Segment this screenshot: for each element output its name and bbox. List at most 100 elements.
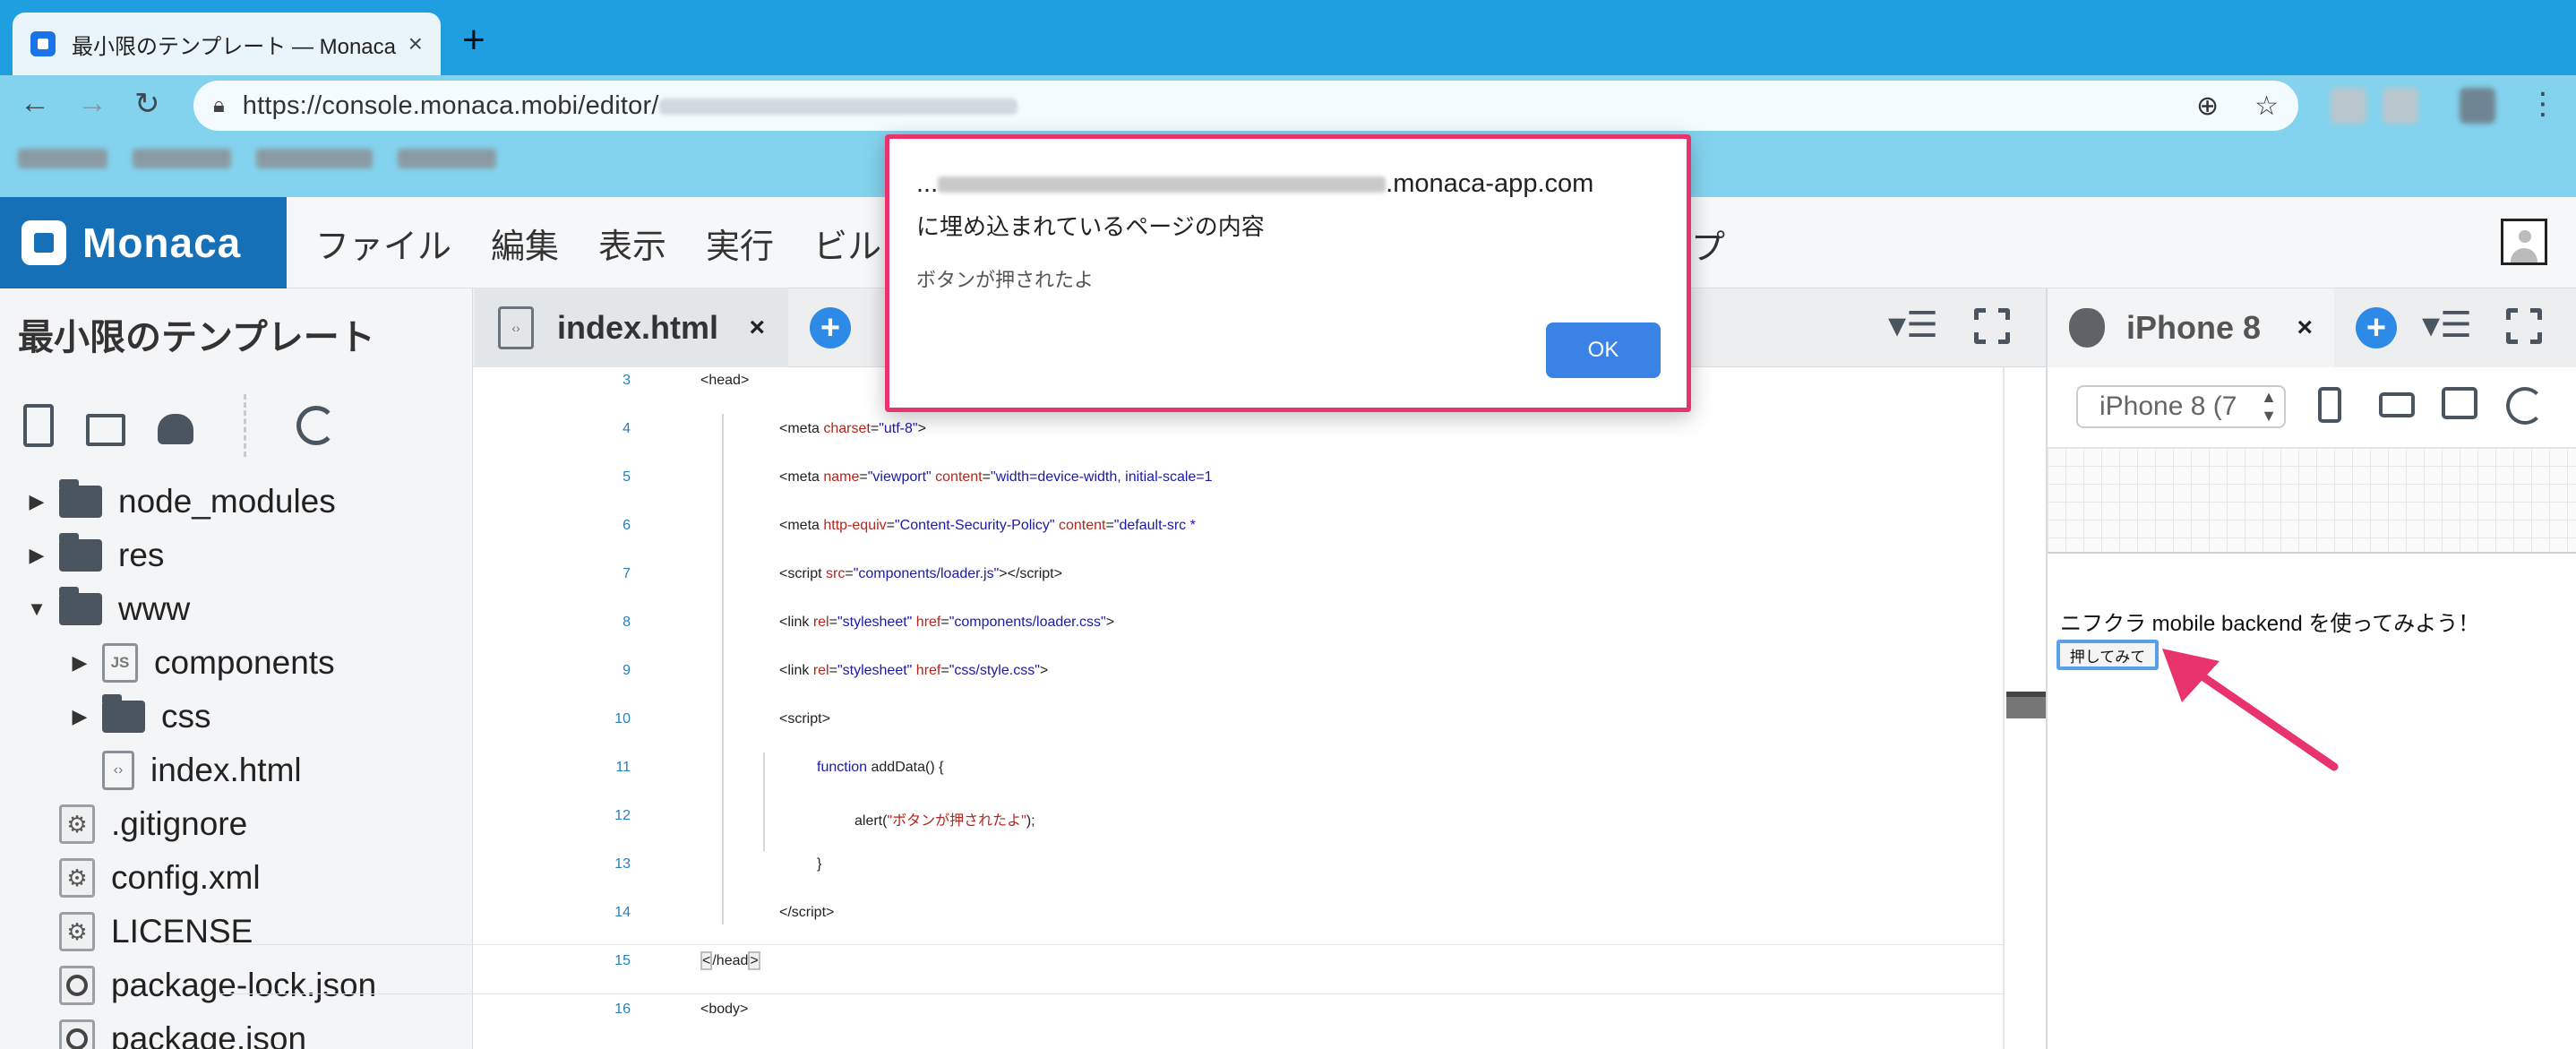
browser-tab[interactable]: 最小限のテンプレート — Monaca × (13, 13, 441, 75)
code-line: <link rel="stylesheet" href="css/style.c… (779, 663, 1049, 678)
code-line: <meta charset="utf-8"> (779, 421, 926, 436)
line-number: 11 (615, 760, 631, 775)
preview-grid-background (2048, 448, 2576, 554)
refresh-icon[interactable] (296, 406, 336, 445)
extension-icon[interactable] (2331, 88, 2366, 124)
menu-dots-icon[interactable]: ⋮ (2528, 86, 2558, 122)
monaca-logo[interactable]: Monaca (0, 197, 287, 288)
apple-icon (2069, 308, 2105, 348)
line-number: 6 (623, 518, 631, 533)
profile-icon[interactable] (2460, 88, 2495, 124)
expand-arrow-icon[interactable]: ▶ (23, 490, 50, 513)
line-number: 15 (614, 953, 631, 968)
menu-view[interactable]: 表示 (598, 219, 666, 268)
collapse-arrow-icon[interactable]: ▼ (23, 598, 50, 621)
upload-icon[interactable] (158, 414, 193, 444)
reload-icon[interactable]: ↻ (134, 86, 160, 122)
tree-item-label: www (118, 590, 191, 627)
tree-item-node-modules[interactable]: ▶ node_modules (0, 475, 473, 529)
menu-build[interactable]: ビル (813, 219, 881, 268)
current-line-highlight (220, 944, 2003, 994)
hamburger-icon[interactable]: ▾☰ (2422, 305, 2472, 346)
editor-tab-index-html[interactable]: ‹› index.html × (475, 288, 788, 367)
device-select-value: iPhone 8 (7 (2099, 391, 2237, 421)
push-me-button[interactable]: 押してみて (2057, 640, 2159, 670)
new-file-icon[interactable] (23, 404, 54, 447)
code-line: alert("ボタンが押されたよ"); (854, 813, 1035, 829)
code-line: <script> (779, 711, 830, 727)
tree-item-label: components (154, 644, 335, 681)
fullscreen-icon[interactable] (1973, 307, 2011, 345)
device-select[interactable]: iPhone 8 (7 ▲ ▼ (2076, 385, 2286, 428)
rotate-icon[interactable] (2506, 387, 2544, 425)
close-tab-icon[interactable]: × (408, 30, 423, 58)
tree-item-package-json[interactable]: package.json (0, 1012, 473, 1049)
forward-icon[interactable]: → (77, 86, 107, 121)
bookmark-item[interactable] (256, 149, 373, 168)
gear-file-icon: ⚙ (59, 912, 95, 951)
code-line: <body> (700, 1002, 749, 1017)
close-tab-icon[interactable]: × (749, 313, 765, 343)
tree-item-label: css (161, 698, 211, 735)
bookmark-item[interactable] (133, 149, 231, 168)
tree-item-gitignore[interactable]: ⚙ .gitignore (0, 797, 473, 851)
tree-item-label: .gitignore (111, 805, 248, 842)
tree-item-label: index.html (150, 752, 302, 788)
code-line: </script> (779, 905, 835, 920)
tree-item-index-html[interactable]: ‹› index.html (0, 744, 473, 797)
code-line: </head > (700, 951, 760, 970)
folder-icon (102, 694, 145, 733)
phone-portrait-icon[interactable] (2318, 387, 2341, 423)
star-icon[interactable]: ☆ (2254, 90, 2279, 122)
html-file-icon: ‹› (102, 751, 134, 790)
expand-arrow-icon[interactable]: ▶ (23, 544, 50, 567)
tree-item-res[interactable]: ▶ res (0, 529, 473, 582)
plus-icon[interactable]: + (2356, 307, 2397, 348)
menu-file[interactable]: ファイル (315, 219, 451, 268)
menu-edit[interactable]: 編集 (491, 219, 559, 268)
expand-arrow-icon[interactable]: ▶ (66, 705, 93, 728)
preview-tab-label: iPhone 8 (2126, 309, 2262, 346)
json-file-icon (59, 966, 95, 1005)
zoom-icon[interactable]: ⊕ (2196, 90, 2219, 122)
code-line: <head> (700, 373, 750, 388)
tree-item-www[interactable]: ▼ www (0, 582, 473, 636)
bookmark-item[interactable] (18, 149, 107, 168)
indent-guide (722, 414, 724, 924)
phone-landscape-icon[interactable] (2379, 392, 2415, 417)
alert-dialog: ... .monaca-app.com に埋め込まれているページの内容 ボタンが押… (885, 134, 1691, 412)
address-bar[interactable]: 🔒︎ https://console.monaca.mobi/editor/ ⊕… (193, 81, 2298, 131)
print-margin (2003, 367, 2005, 1049)
tree-item-components[interactable]: ▶ JS components (0, 636, 473, 690)
plus-icon[interactable]: + (810, 307, 851, 348)
code-line: <link rel="stylesheet" href="components/… (779, 615, 1115, 630)
back-icon[interactable]: ← (20, 86, 50, 121)
line-number: 10 (614, 711, 631, 727)
code-line: function addData() { (817, 760, 944, 775)
line-number: 9 (623, 663, 631, 678)
user-icon[interactable] (2501, 219, 2547, 265)
tree-item-config-xml[interactable]: ⚙ config.xml (0, 851, 473, 905)
expand-arrow-icon[interactable]: ▶ (66, 651, 93, 675)
new-tab-button[interactable]: + (462, 18, 485, 63)
tree-item-label: config.xml (111, 859, 261, 896)
fullscreen-icon[interactable] (2505, 307, 2543, 345)
hamburger-icon[interactable]: ▾☰ (1888, 305, 1938, 346)
line-number: 13 (614, 856, 631, 872)
project-title: 最小限のテンプレート (18, 318, 375, 357)
new-folder-icon[interactable] (86, 414, 125, 446)
tree-item-label: node_modules (118, 483, 336, 520)
folder-icon (59, 479, 102, 518)
ok-button[interactable]: OK (1546, 322, 1661, 378)
address-url[interactable]: https://console.monaca.mobi/editor/ (243, 91, 1018, 121)
gear-file-icon: ⚙ (59, 858, 95, 898)
close-tab-icon[interactable]: × (2297, 313, 2313, 343)
toolbar-divider (244, 394, 246, 457)
extension-icon[interactable] (2383, 88, 2418, 124)
folder-open-icon (59, 587, 102, 625)
bookmark-item[interactable] (398, 149, 496, 168)
menu-run[interactable]: 実行 (706, 219, 774, 268)
tree-item-css[interactable]: ▶ css (0, 690, 473, 744)
tablet-icon[interactable] (2442, 387, 2477, 419)
preview-tab-iphone8[interactable]: iPhone 8 × (2048, 288, 2334, 367)
